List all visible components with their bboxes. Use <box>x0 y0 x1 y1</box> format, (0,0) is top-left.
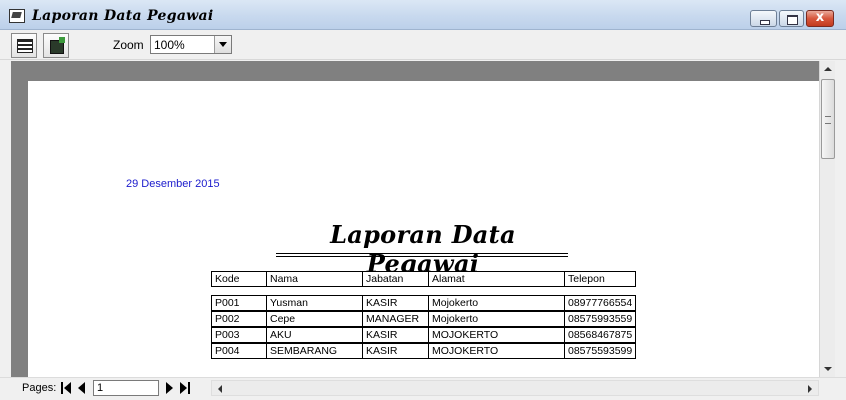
vertical-scrollbar[interactable] <box>819 61 835 377</box>
previous-page-icon[interactable] <box>75 381 88 395</box>
report-title: Laporan Data Pegawai <box>330 220 516 278</box>
next-page-icon[interactable] <box>163 381 176 395</box>
table-cell: Cepe <box>266 311 363 327</box>
table-cell: P003 <box>211 327 267 343</box>
table-cell: P002 <box>211 311 267 327</box>
table-cell: AKU <box>266 327 363 343</box>
table-cell: 08977766554 <box>564 295 636 311</box>
app-icon <box>9 9 25 23</box>
page-number-input[interactable]: 1 <box>93 380 159 396</box>
report-preview-window: Laporan Data Pegawai x Zoom 100% 29 Dese… <box>0 0 846 400</box>
vertical-scroll-thumb[interactable] <box>821 79 835 159</box>
zoom-value: 100% <box>154 38 185 52</box>
table-cell: 08575993559 <box>564 311 636 327</box>
table-cell: 08568467875 <box>564 327 636 343</box>
table-cell: KASIR <box>362 343 429 359</box>
table-cell: 08575593599 <box>564 343 636 359</box>
table-cell: SEMBARANG <box>266 343 363 359</box>
table-cell: Mojokerto <box>428 311 565 327</box>
scroll-left-icon[interactable] <box>212 381 228 397</box>
scroll-down-icon[interactable] <box>820 361 836 377</box>
export-button[interactable] <box>43 33 69 58</box>
table-cell: P001 <box>211 295 267 311</box>
print-button[interactable] <box>11 33 37 58</box>
close-button[interactable]: x <box>806 10 834 27</box>
table-cell: Yusman <box>266 295 363 311</box>
report-viewport: 29 Desember 2015 Laporan Data Pegawai Ko… <box>11 61 819 377</box>
first-page-icon[interactable] <box>60 381 73 395</box>
zoom-select[interactable]: 100% <box>150 35 232 54</box>
table-header-cell: Kode <box>211 271 267 287</box>
scroll-right-icon[interactable] <box>802 381 818 397</box>
chevron-down-icon[interactable] <box>214 36 231 53</box>
table-cell: KASIR <box>362 295 429 311</box>
last-page-icon[interactable] <box>178 381 191 395</box>
table-header-cell: Telepon <box>564 271 636 287</box>
table-cell: MOJOKERTO <box>428 343 565 359</box>
status-bar: Pages: 1 <box>0 377 846 400</box>
table-cell: KASIR <box>362 327 429 343</box>
report-page: 29 Desember 2015 Laporan Data Pegawai Ko… <box>28 81 819 377</box>
table-cell: MOJOKERTO <box>428 327 565 343</box>
table-cell: Mojokerto <box>428 295 565 311</box>
table-header-cell: Nama <box>266 271 363 287</box>
title-underline <box>276 253 568 257</box>
scroll-up-icon[interactable] <box>820 61 836 77</box>
maximize-button[interactable] <box>779 10 804 27</box>
zoom-label: Zoom <box>113 38 144 52</box>
table-header-cell: Alamat <box>428 271 565 287</box>
table-cell: P004 <box>211 343 267 359</box>
close-icon: x <box>815 10 825 25</box>
pages-label: Pages: <box>22 382 57 394</box>
report-date: 29 Desember 2015 <box>126 178 220 190</box>
horizontal-scrollbar[interactable] <box>211 380 819 396</box>
table-cell: MANAGER <box>362 311 429 327</box>
window-title: Laporan Data Pegawai <box>32 8 214 24</box>
title-bar[interactable]: Laporan Data Pegawai x <box>0 0 846 30</box>
minimize-button[interactable] <box>750 10 777 27</box>
table-header-cell: Jabatan <box>362 271 429 287</box>
